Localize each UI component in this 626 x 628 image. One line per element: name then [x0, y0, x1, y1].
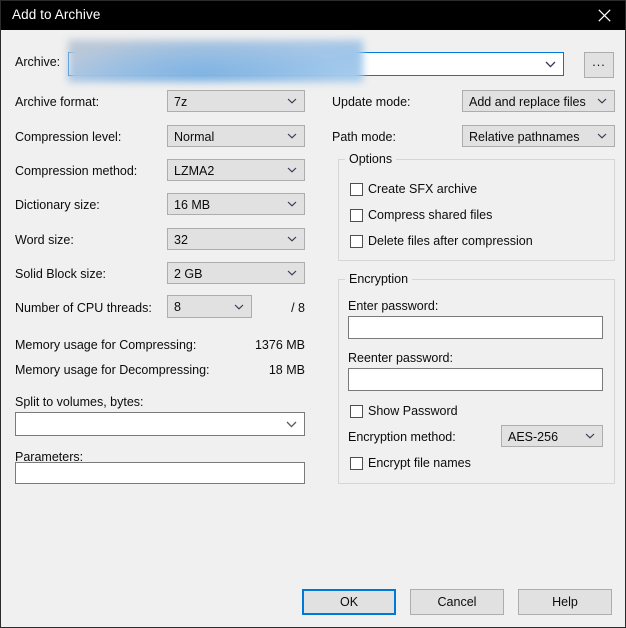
update-mode-select[interactable]: Add and replace files	[462, 90, 615, 112]
ok-button[interactable]: OK	[302, 589, 396, 615]
archive-format-select[interactable]: 7z	[167, 90, 305, 112]
path-mode-value: Relative pathnames	[469, 130, 580, 144]
chevron-down-icon	[287, 160, 297, 180]
encryption-method-label: Encryption method:	[348, 430, 456, 444]
chevron-down-icon	[287, 91, 297, 111]
archive-path-input[interactable]	[68, 52, 564, 76]
cpu-threads-max: / 8	[291, 301, 305, 315]
chevron-down-icon	[287, 194, 297, 214]
checkbox-show-password[interactable]: Show Password	[350, 403, 458, 419]
enter-password-input[interactable]	[348, 316, 603, 339]
close-button[interactable]	[581, 1, 625, 30]
compression-level-select[interactable]: Normal	[167, 125, 305, 147]
enter-password-label: Enter password:	[348, 299, 439, 313]
cancel-button-label: Cancel	[437, 595, 477, 609]
chevron-down-icon	[287, 229, 297, 249]
compression-level-value: Normal	[174, 130, 215, 144]
dictionary-size-select[interactable]: 16 MB	[167, 193, 305, 215]
compression-method-select[interactable]: LZMA2	[167, 159, 305, 181]
cpu-threads-value: 8	[174, 300, 181, 314]
archive-format-label: Archive format:	[15, 95, 100, 109]
word-size-select[interactable]: 32	[167, 228, 305, 250]
chevron-down-icon	[597, 91, 607, 111]
update-mode-label: Update mode:	[332, 95, 411, 109]
checkbox-create-sfx-archive[interactable]: Create SFX archive	[350, 181, 477, 197]
checkbox-label: Compress shared files	[368, 208, 493, 222]
chevron-down-icon	[597, 126, 607, 146]
chevron-down-icon	[585, 426, 595, 446]
browse-button-label: ...	[592, 55, 606, 69]
update-mode-value: Add and replace files	[469, 95, 586, 109]
archive-format-value: 7z	[174, 95, 188, 109]
encryption-method-value: AES-256	[508, 430, 559, 444]
help-button[interactable]: Help	[518, 589, 612, 615]
checkbox-label: Create SFX archive	[368, 182, 478, 196]
word-size-value: 32	[174, 233, 188, 247]
cpu-threads-label: Number of CPU threads:	[15, 301, 152, 315]
chevron-down-icon	[286, 413, 297, 435]
archive-label: Archive:	[15, 55, 61, 69]
memory-compress-label: Memory usage for Compressing:	[15, 338, 197, 352]
checkbox-icon	[350, 404, 363, 418]
solid-block-size-value: 2 GB	[174, 267, 203, 281]
ok-button-label: OK	[339, 595, 359, 609]
solid-block-size-label: Solid Block size:	[15, 267, 107, 281]
split-volumes-input[interactable]	[15, 412, 305, 436]
chevron-down-icon	[287, 126, 297, 146]
compression-level-label: Compression level:	[15, 130, 122, 144]
chevron-down-icon	[287, 263, 297, 283]
compression-method-label: Compression method:	[15, 164, 138, 178]
checkbox-icon	[350, 182, 363, 196]
options-group-title: Options	[345, 152, 397, 166]
add-to-archive-dialog: Add to Archive Archive: ... Archive form…	[0, 0, 626, 628]
checkbox-label: Delete files after compression	[368, 234, 533, 248]
path-mode-label: Path mode:	[332, 130, 396, 144]
window-title: Add to Archive	[12, 7, 101, 22]
word-size-label: Word size:	[15, 233, 74, 247]
reenter-password-label: Reenter password:	[348, 351, 453, 365]
dictionary-size-label: Dictionary size:	[15, 198, 100, 212]
dictionary-size-value: 16 MB	[174, 198, 211, 212]
checkbox-label: Show Password	[368, 404, 458, 418]
memory-compress-value: 1376 MB	[254, 338, 305, 352]
encryption-method-select[interactable]: AES-256	[501, 425, 603, 447]
reenter-password-input[interactable]	[348, 368, 603, 391]
close-icon	[597, 9, 611, 22]
encryption-group-title: Encryption	[345, 272, 413, 286]
parameters-input[interactable]	[15, 462, 305, 484]
browse-button[interactable]: ...	[584, 52, 614, 78]
solid-block-size-select[interactable]: 2 GB	[167, 262, 305, 284]
checkbox-icon	[350, 456, 363, 470]
split-volumes-label: Split to volumes, bytes:	[15, 395, 144, 409]
chevron-down-icon	[545, 53, 556, 75]
checkbox-compress-shared-files[interactable]: Compress shared files	[350, 207, 492, 223]
checkbox-delete-files-after-compression[interactable]: Delete files after compression	[350, 233, 533, 249]
memory-decompress-label: Memory usage for Decompressing:	[15, 363, 210, 377]
path-mode-select[interactable]: Relative pathnames	[462, 125, 615, 147]
compression-method-value: LZMA2	[174, 164, 215, 178]
cancel-button[interactable]: Cancel	[410, 589, 504, 615]
memory-decompress-value: 18 MB	[268, 363, 305, 377]
checkbox-label: Encrypt file names	[368, 456, 471, 470]
checkbox-icon	[350, 234, 363, 248]
checkbox-encrypt-file-names[interactable]: Encrypt file names	[350, 455, 471, 471]
help-button-label: Help	[552, 595, 578, 609]
checkbox-icon	[350, 208, 363, 222]
title-bar: Add to Archive	[1, 1, 625, 30]
